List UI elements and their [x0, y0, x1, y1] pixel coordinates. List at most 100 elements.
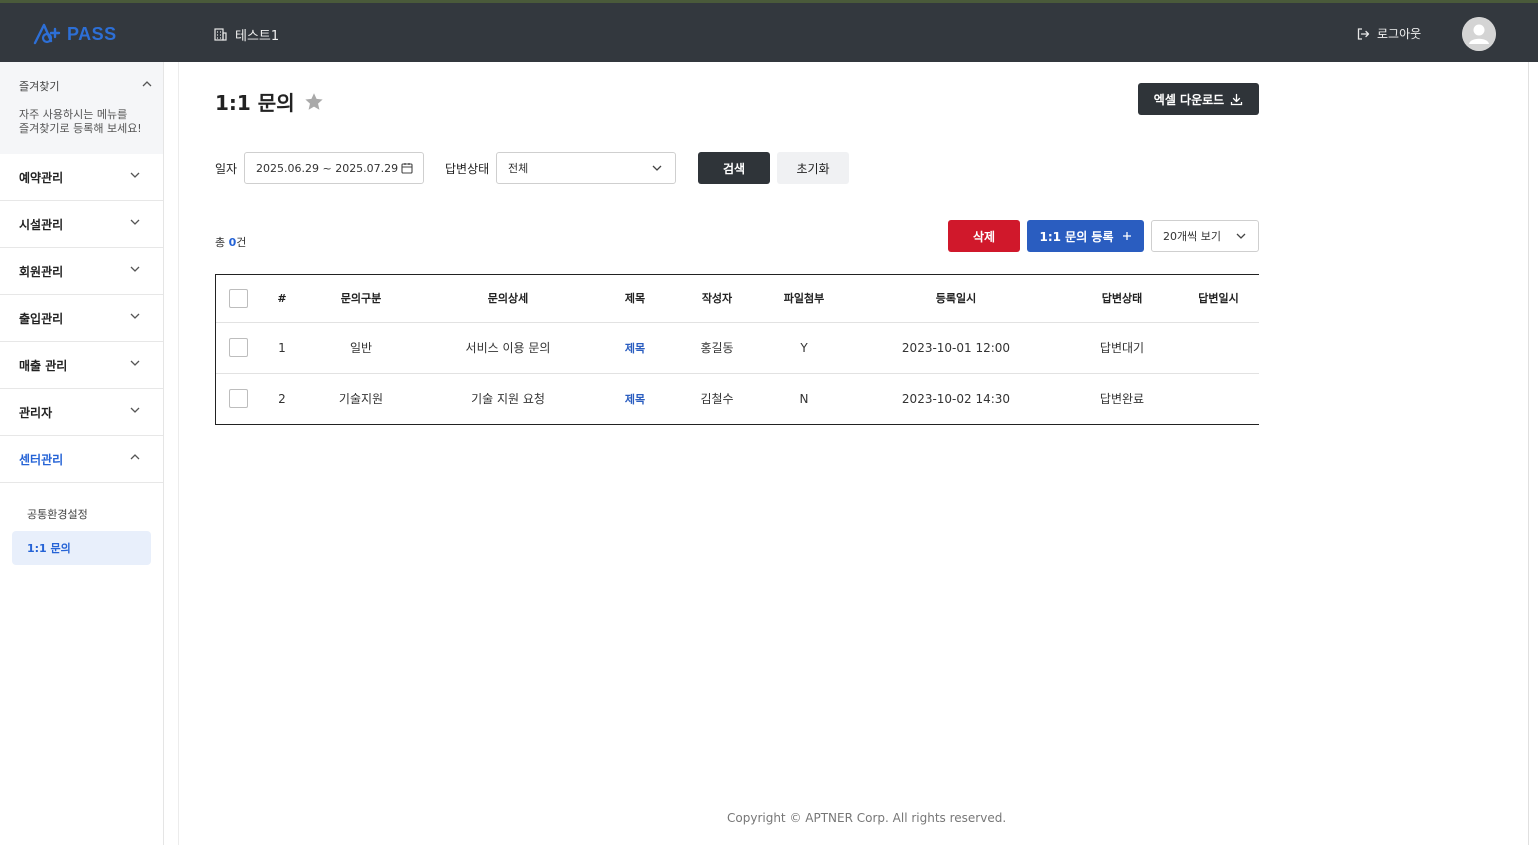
select-all-cell — [216, 275, 260, 323]
site-name: 테스트1 — [235, 29, 280, 44]
row-checkbox[interactable] — [228, 338, 248, 357]
reset-button[interactable]: 초기화 — [777, 152, 849, 184]
table-row[interactable]: 1 일반 서비스 이용 문의 제목 홍길동 Y 2023-10-01 12:00… — [216, 322, 1259, 374]
star-icon[interactable] — [303, 91, 325, 113]
table-row[interactable]: 2 기술지원 기술 지원 요청 제목 김철수 N 2023-10-02 14:3… — [216, 373, 1259, 424]
add-inquiry-label: 1:1 문의 등록 — [1039, 229, 1114, 244]
filter-bar: 일자 2025.06.29 ~ 2025.07.29 답변상태 전체 검색 초기… — [215, 152, 1259, 184]
plus-icon — [1122, 232, 1131, 240]
cell-author: 홍길동 — [672, 322, 762, 374]
sidebar-item-facility[interactable]: 시설관리 — [0, 201, 163, 248]
status-label: 답변상태 — [445, 162, 490, 176]
sidebar-item-access[interactable]: 출입관리 — [0, 295, 163, 342]
logo-mark-icon — [33, 23, 61, 45]
sidebar-subitem-inquiry[interactable]: 1:1 문의 — [12, 531, 151, 565]
title-link[interactable]: 제목 — [625, 393, 645, 406]
sidebar-item-center[interactable]: 센터관리 — [0, 436, 163, 483]
count-prefix: 총 — [215, 236, 229, 249]
date-range-input[interactable]: 2025.06.29 ~ 2025.07.29 — [244, 152, 424, 184]
cell-no: 1 — [260, 322, 304, 374]
scrollbar-track[interactable] — [1528, 62, 1538, 845]
column-header[interactable]: 답변일시 — [1178, 275, 1259, 323]
cell-status: 답변대기 — [1066, 322, 1178, 374]
excel-download-button[interactable]: 엑셀 다운로드 — [1138, 83, 1259, 115]
sidebar-item-label: 시설관리 — [19, 217, 64, 232]
sidebar-submenu: 공통환경설정 1:1 문의 — [0, 483, 163, 565]
count-suffix: 건 — [236, 236, 247, 249]
column-header[interactable]: 문의구분 — [304, 275, 418, 323]
user-icon — [1462, 17, 1496, 51]
inquiry-table: # 문의구분 문의상세 제목 작성자 파일첨부 등록일시 답변상태 답변일시 1… — [215, 274, 1259, 425]
sidebar-item-admin[interactable]: 관리자 — [0, 389, 163, 436]
cell-status: 답변완료 — [1099, 392, 1145, 407]
column-header[interactable]: 제목 — [598, 275, 672, 323]
column-header[interactable]: 파일첨부 — [762, 275, 846, 323]
cell-detail: 서비스 이용 문의 — [418, 322, 598, 374]
sidebar-item-label: 매출 관리 — [19, 358, 68, 373]
chevron-down-icon — [130, 360, 140, 366]
column-header[interactable]: 작성자 — [672, 275, 762, 323]
page-title-text: 1:1 문의 — [215, 91, 295, 115]
cell-file: N — [799, 391, 809, 406]
calendar-icon — [401, 163, 413, 174]
cell-title: 제목 — [598, 373, 672, 424]
chevron-down-icon — [130, 266, 140, 272]
status-select[interactable]: 전체 — [496, 152, 676, 184]
add-inquiry-button[interactable]: 1:1 문의 등록 — [1027, 220, 1144, 252]
delete-button[interactable]: 삭제 — [948, 220, 1020, 252]
select-all-checkbox[interactable] — [228, 288, 248, 308]
sidebar-item-reservation[interactable]: 예약관리 — [0, 154, 163, 201]
page-size-select[interactable]: 20개씩 보기 — [1151, 220, 1259, 252]
site-selector[interactable]: 테스트1 — [214, 25, 279, 44]
favorites-panel: 즐겨찾기 자주 사용하시는 메뉴를 즐겨찾기로 등록해 보세요! — [0, 62, 163, 154]
download-icon — [1231, 93, 1243, 105]
chevron-up-icon — [130, 454, 140, 460]
cell-file: Y — [762, 322, 846, 374]
row-checkbox[interactable] — [228, 389, 248, 409]
sidebar-item-members[interactable]: 회원관리 — [0, 248, 163, 295]
favorites-description: 자주 사용하시는 메뉴를 즐겨찾기로 등록해 보세요! — [19, 108, 144, 136]
logo[interactable]: PASS — [33, 23, 117, 45]
total-count: 총 0건 — [215, 234, 246, 250]
favorites-desc-line: 자주 사용하시는 메뉴를 — [19, 108, 128, 121]
sidebar: 즐겨찾기 자주 사용하시는 메뉴를 즐겨찾기로 등록해 보세요! 예약관리 시설… — [0, 62, 164, 845]
cell-detail: 기술 지원 요청 — [471, 392, 545, 407]
column-header[interactable]: 등록일시 — [846, 275, 1066, 323]
sidebar-gutter — [164, 62, 179, 845]
logo-text: PASS — [67, 23, 117, 44]
chevron-up-icon[interactable] — [141, 80, 153, 88]
page-size-value: 20개씩 보기 — [1163, 230, 1221, 243]
logout-label: 로그아웃 — [1377, 27, 1422, 41]
logout-icon — [1357, 27, 1370, 40]
excel-download-label: 엑셀 다운로드 — [1153, 92, 1225, 107]
chevron-down-icon — [130, 219, 140, 225]
column-header[interactable]: # — [260, 275, 304, 323]
chevron-down-icon — [130, 313, 140, 319]
sidebar-item-label: 센터관리 — [19, 452, 64, 467]
sidebar-item-sales[interactable]: 매출 관리 — [0, 342, 163, 389]
avatar[interactable] — [1462, 17, 1496, 51]
column-header[interactable]: 문의상세 — [418, 275, 598, 323]
cell-created: 2023-10-02 14:30 — [901, 391, 1011, 406]
favorites-title[interactable]: 즐겨찾기 — [19, 78, 144, 94]
title-link[interactable]: 제목 — [625, 342, 645, 355]
sidebar-subitem-common-settings[interactable]: 공통환경설정 — [12, 497, 151, 531]
cell-category: 기술지원 — [338, 392, 384, 407]
cell-category: 일반 — [304, 322, 418, 374]
cell-created: 2023-10-01 12:00 — [846, 322, 1066, 374]
sidebar-subitem-label: 1:1 문의 — [27, 542, 71, 555]
cell-answered — [1178, 322, 1259, 374]
logout-button[interactable]: 로그아웃 — [1356, 25, 1421, 42]
cell-answered — [1178, 373, 1259, 424]
search-button[interactable]: 검색 — [698, 152, 770, 184]
sidebar-subitem-label: 공통환경설정 — [27, 508, 88, 521]
sidebar-item-label: 회원관리 — [19, 264, 64, 279]
sidebar-item-label: 예약관리 — [19, 170, 64, 185]
sidebar-item-label: 관리자 — [19, 405, 53, 420]
chevron-down-icon — [130, 172, 140, 178]
column-header[interactable]: 답변상태 — [1066, 275, 1178, 323]
top-header: PASS 테스트1 로그아웃 — [0, 0, 1538, 62]
date-range-value: 2025.06.29 ~ 2025.07.29 — [256, 161, 399, 175]
status-select-value: 전체 — [508, 162, 529, 175]
chevron-down-icon — [652, 165, 662, 171]
